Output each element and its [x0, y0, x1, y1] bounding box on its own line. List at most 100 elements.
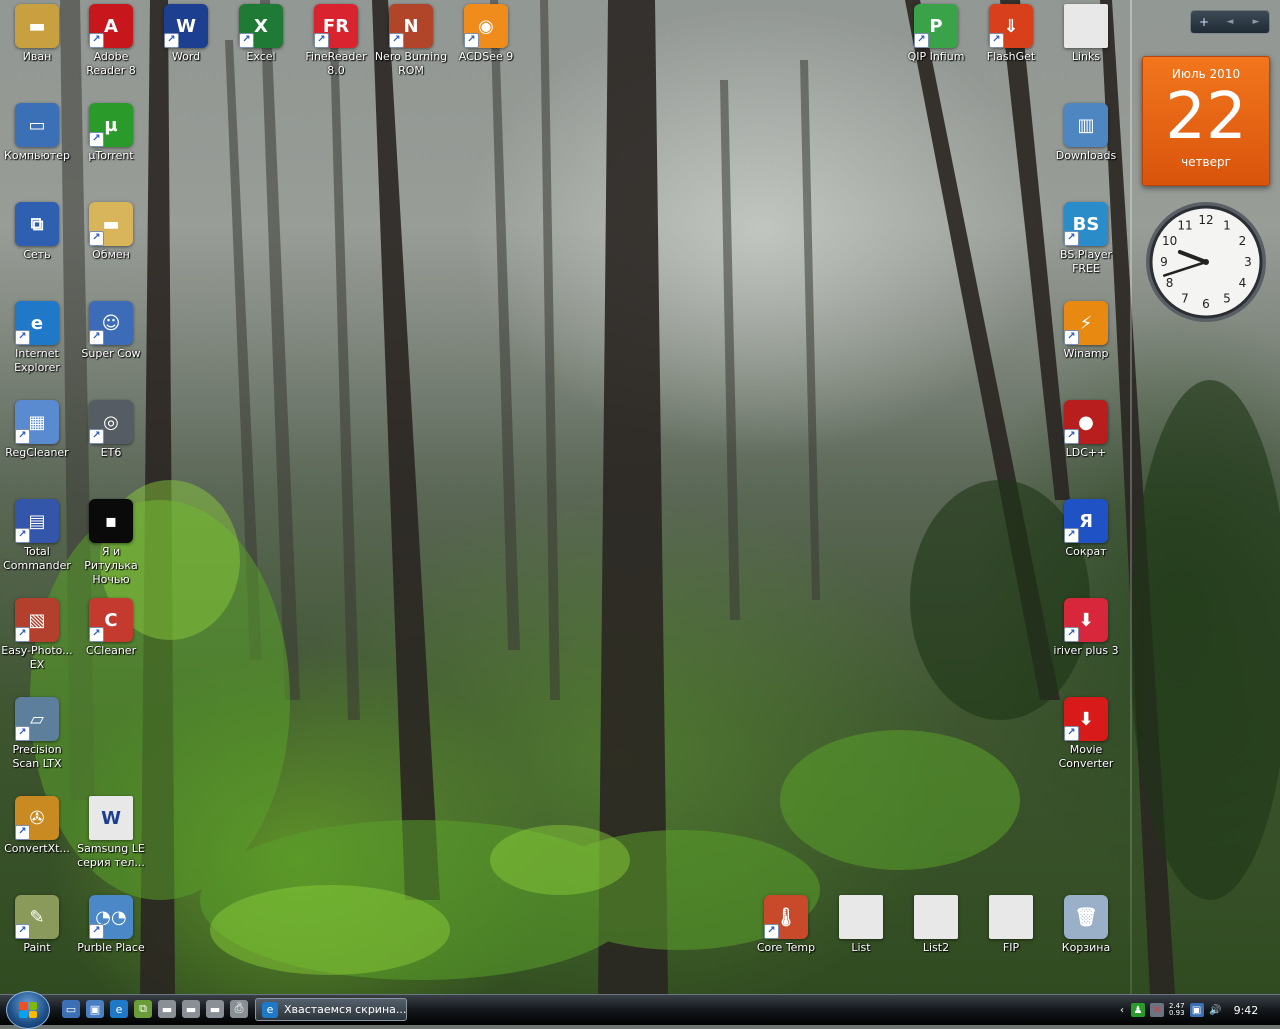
clock-gadget[interactable]: 1 2 3 4 5 6 7 8 9 10 11 12	[1144, 200, 1268, 324]
previous-gadget-page-button[interactable]: ◄	[1220, 17, 1240, 27]
quick-launch-more-button[interactable]: »	[236, 997, 243, 1010]
shortcut-arrow-icon: ↗	[1064, 528, 1079, 543]
drive-3-icon[interactable]: ▬	[206, 1000, 224, 1018]
desktop-icon-downloads[interactable]: ▥ Downloads	[1049, 103, 1123, 163]
desktop-icon-regcleaner[interactable]: ▦ ↗ RegCleaner	[0, 400, 74, 460]
taskbar-window-button[interactable]: e Хвастаемся скрина...	[255, 998, 407, 1021]
shortcut-arrow-icon: ↗	[89, 627, 104, 642]
desktop-icon-finereader-8-0[interactable]: FR ↗ FineReader 8.0	[299, 4, 373, 78]
desktop-icon-ccleaner[interactable]: C ↗ CCleaner	[74, 598, 148, 658]
desktop-icon-label: ACDSee 9	[458, 50, 514, 63]
sidebar-divider	[1130, 0, 1132, 994]
desktop-icon-samsung-le-серия-тел[interactable]: W Samsung LE серия тел...	[74, 796, 148, 870]
desktop-icon-компьютер[interactable]: ▭ Компьютер	[0, 103, 74, 163]
shortcut-arrow-icon: ↗	[15, 726, 30, 741]
shortcut-arrow-icon: ↗	[1064, 231, 1079, 246]
clock-number: 7	[1181, 291, 1189, 305]
desktop-icon-precision-scan-ltx[interactable]: ▱ ↗ Precision Scan LTX	[0, 697, 74, 771]
adobe-reader-8-icon: A ↗	[89, 4, 133, 48]
desktop-icon-иван[interactable]: ▬ Иван	[0, 4, 74, 64]
desktop-icon-fip[interactable]: FIP	[974, 895, 1048, 955]
word-icon: W ↗	[164, 4, 208, 48]
сократ-icon: Я ↗	[1064, 499, 1108, 543]
clock-number: 6	[1202, 297, 1210, 311]
drive-1-icon[interactable]: ▬	[158, 1000, 176, 1018]
links-icon	[1064, 4, 1108, 48]
network-icon[interactable]: ▣	[1189, 1003, 1204, 1017]
desktop-icon-list[interactable]: List	[824, 895, 898, 955]
add-gadget-button[interactable]: +	[1194, 15, 1214, 29]
desktop-icon-super-cow[interactable]: ☺ ↗ Super Cow	[74, 301, 148, 361]
list2-icon	[914, 895, 958, 939]
network-disconnected-icon[interactable]: ✕	[1150, 1003, 1164, 1017]
desktop-icon-convertxt[interactable]: ✇ ↗ ConvertXt...	[0, 796, 74, 856]
shortcut-arrow-icon: ↗	[15, 825, 30, 840]
desktop-icon-label: Иван	[22, 50, 52, 63]
switch-windows-icon[interactable]: ▣	[86, 1000, 104, 1018]
desktop-icon-я-и-ритулька-ночью[interactable]: ▪ Я и Ритулька Ночью	[74, 499, 148, 587]
taskbar-clock[interactable]: 9:42	[1234, 1004, 1259, 1017]
internet-explorer-icon: e	[262, 1001, 278, 1018]
desktop-icon-list2[interactable]: List2	[899, 895, 973, 955]
show-hidden-icons-icon[interactable]: ‹	[1118, 1003, 1126, 1017]
desktop-icon-label: FIP	[1002, 941, 1020, 954]
desktop-icon-winamp[interactable]: ⚡ ↗ Winamp	[1049, 301, 1123, 361]
desktop-icon-flashget[interactable]: ⇓ ↗ FlashGet	[974, 4, 1048, 64]
desktop-icon-qip-infium[interactable]: P ↗ QIP Infium	[899, 4, 973, 64]
desktop-icon-links[interactable]: Links	[1049, 4, 1123, 64]
desktop-icon-et6[interactable]: ◎ ↗ ET6	[74, 400, 148, 460]
desktop-icon-bs-player-free[interactable]: BS ↗ BS.Player FREE	[1049, 202, 1123, 276]
precision-scan-ltx-icon: ▱ ↗	[15, 697, 59, 741]
desktop-icon-internet-explorer[interactable]: e ↗ Internet Explorer	[0, 301, 74, 375]
desktop-icon-easy-photo-ex[interactable]: ▧ ↗ Easy-Photo... EX	[0, 598, 74, 672]
desktop-icon-label: Movie Converter	[1058, 743, 1114, 770]
desktop-icon-label: Samsung LE серия тел...	[77, 842, 145, 869]
desktop-icon-сократ[interactable]: Я ↗ Сократ	[1049, 499, 1123, 559]
обмен-icon: ▬ ↗	[89, 202, 133, 246]
taskbar: ▭ ▣ e ⧉ ▬ ▬ ▬ ⎙ » e Хвастаемся скрина... ‹ ♟ ✕ …	[0, 991, 1280, 1029]
desktop-icon-сеть[interactable]: ⧉ Сеть	[0, 202, 74, 262]
desktop-icon-paint[interactable]: ✎ ↗ Paint	[0, 895, 74, 955]
show-desktop-icon[interactable]: ▭	[62, 1000, 80, 1018]
core-temp-icon: 🌡 ↗	[764, 895, 808, 939]
shortcut-arrow-icon: ↗	[15, 330, 30, 345]
next-gadget-page-button[interactable]: ►	[1246, 17, 1266, 27]
desktop-icon-core-temp[interactable]: 🌡 ↗ Core Temp	[749, 895, 823, 955]
desktop-icon-обмен[interactable]: ▬ ↗ Обмен	[74, 202, 148, 262]
desktop-icon-label: Я и Ритулька Ночью	[84, 545, 138, 586]
calendar-month-year: Июль 2010	[1171, 67, 1241, 81]
desktop-icon-label: Сеть	[23, 248, 51, 261]
total-commander-icon: ▤ ↗	[15, 499, 59, 543]
drive-2-icon[interactable]: ▬	[182, 1000, 200, 1018]
shortcut-arrow-icon: ↗	[89, 132, 104, 147]
shortcut-arrow-icon: ↗	[764, 924, 779, 939]
desktop-icon-ldc[interactable]: ● ↗ LDC++	[1049, 400, 1123, 460]
clock-number: 2	[1239, 234, 1247, 248]
desktop-icon-label: Total Commander	[3, 545, 71, 572]
desktop-icon-total-commander[interactable]: ▤ ↗ Total Commander	[0, 499, 74, 573]
internet-explorer-icon[interactable]: e	[110, 1000, 128, 1018]
desktop-icon-iriver-plus-3[interactable]: ⬇ ↗ iriver plus 3	[1049, 598, 1123, 658]
cpu-meter[interactable]: 2.47 0.93	[1169, 1003, 1185, 1017]
desktop-icon-label: Компьютер	[4, 149, 70, 162]
desktop-icon-purble-place[interactable]: ◔◔ ↗ Purble Place	[74, 895, 148, 955]
shortcut-arrow-icon: ↗	[89, 33, 104, 48]
desktop-icon-excel[interactable]: X ↗ Excel	[224, 4, 298, 64]
desktop-icon-movie-converter[interactable]: ⬇ ↗ Movie Converter	[1049, 697, 1123, 771]
calendar-gadget[interactable]: Июль 2010 22 четверг	[1142, 56, 1270, 186]
shortcut-arrow-icon: ↗	[15, 924, 30, 939]
downloads-icon: ▥	[1064, 103, 1108, 147]
green-tray-icon[interactable]: ♟	[1131, 1003, 1145, 1017]
desktop-icon-корзина[interactable]: 🗑 Корзина	[1049, 895, 1123, 955]
start-button[interactable]	[6, 991, 50, 1029]
desktop-icon-word[interactable]: W ↗ Word	[149, 4, 223, 64]
я-и-ритулька-ночью-icon: ▪	[89, 499, 133, 543]
desktop-icon-nero-burning-rom[interactable]: N ↗ Nero Burning ROM	[374, 4, 448, 78]
volume-icon[interactable]: 🔊	[1209, 1003, 1223, 1017]
desktop-icon-adobe-reader-8[interactable]: A ↗ Adobe Reader 8	[74, 4, 148, 78]
desktop-icon-acdsee-9[interactable]: ◉ ↗ ACDSee 9	[449, 4, 523, 64]
shortcut-arrow-icon: ↗	[89, 924, 104, 939]
network-icon[interactable]: ⧉	[134, 1000, 152, 1018]
super-cow-icon: ☺ ↗	[89, 301, 133, 345]
desktop-icon-torrent[interactable]: µ ↗ µTorrent	[74, 103, 148, 163]
